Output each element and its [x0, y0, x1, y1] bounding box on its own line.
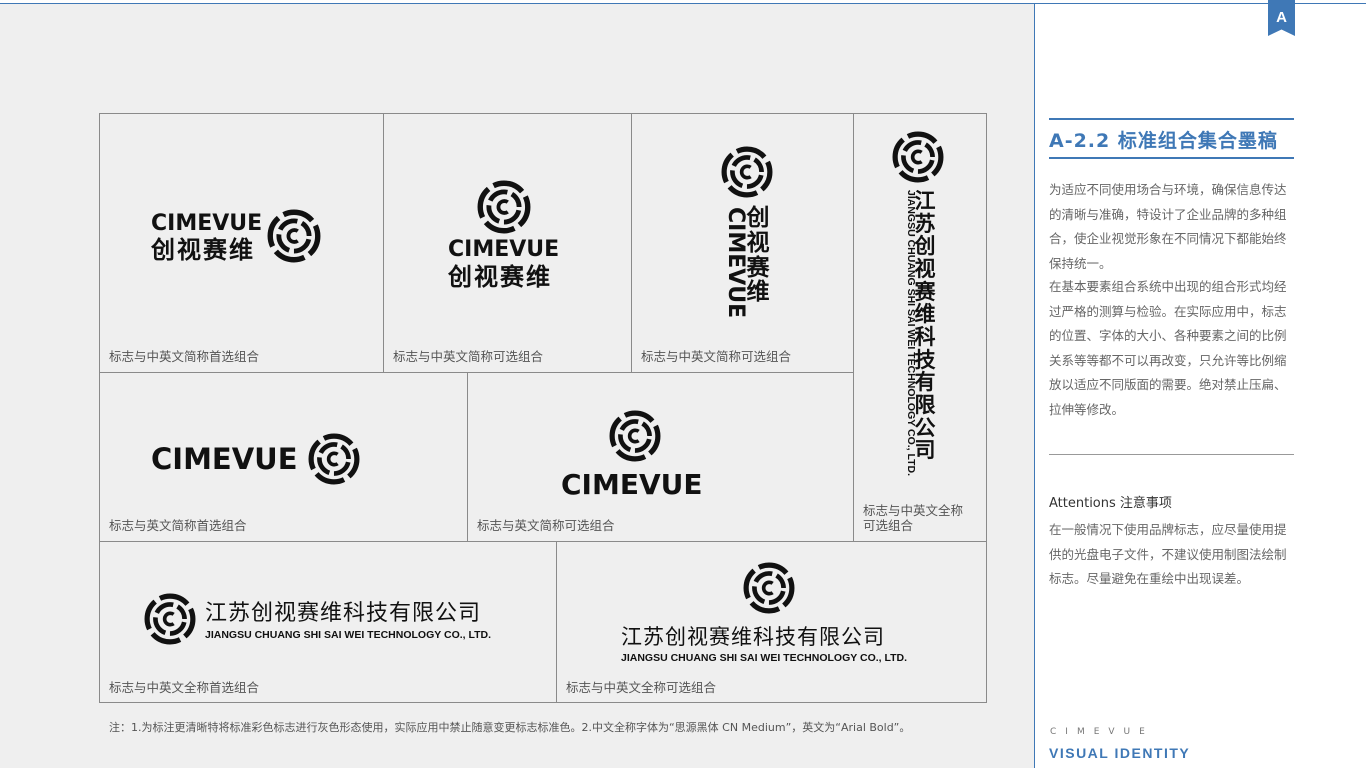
- detail-paragraph: 在基本要素组合系统中出现的组合形式均经过严格的测算与检验。在实际应用中，标志的位…: [1049, 279, 1287, 417]
- cimevue-emblem-icon: [609, 410, 661, 462]
- footnote: 注：1.为标注更清晰特将标准彩色标志进行灰色形态使用，实际应用中禁止随意变更标志…: [109, 721, 911, 734]
- section-rule-bottom: [1049, 157, 1294, 159]
- cell-caption: 标志与中英文简称可选组合: [393, 349, 544, 364]
- cell-caption: 标志与英文简称可选组合: [477, 518, 615, 533]
- footer-brand: CIMEVUE: [1050, 727, 1154, 737]
- cn-short-name: 创视赛维: [448, 263, 552, 291]
- cell-caption: 标志与中英文简称首选组合: [109, 349, 260, 364]
- cell-caption: 标志与英文简称首选组合: [109, 518, 247, 533]
- cn-full-name: 江苏创视赛维科技有限公司: [621, 625, 885, 649]
- section-title: A-2.2 标准组合集合墨稿: [1049, 130, 1278, 152]
- wordmark: CIMEVUE: [561, 468, 703, 501]
- cell-caption: 标志与中英文全称首选组合: [109, 680, 260, 695]
- cn-short-vertical: 创视赛维: [746, 205, 770, 306]
- divider-rule: [1049, 454, 1294, 455]
- wordmark: CIMEVUE: [448, 237, 560, 262]
- cell-caption: 标志与中英文全称可选组合: [863, 503, 964, 533]
- cell-caption: 标志与中英文全称可选组合: [566, 680, 717, 695]
- combo-cell-3: CIMEVUE 创视赛维 标志与中英文简称可选组合: [631, 113, 854, 373]
- combo-cell-1: CIMEVUE 创视赛维 标志与中英文简称首选组合: [99, 113, 384, 373]
- cimevue-emblem-icon: [743, 562, 795, 614]
- combo-cell-2: CIMEVUE 创视赛维 标志与中英文简称可选组合: [383, 113, 632, 373]
- panel-divider: [1034, 4, 1035, 768]
- cell-caption: 标志与中英文简称可选组合: [641, 349, 792, 364]
- footer-system-label: VISUAL IDENTITY: [1049, 745, 1191, 761]
- section-rule-top: [1049, 118, 1294, 120]
- page-marker-letter: A: [1276, 9, 1287, 26]
- wordmark: CIMEVUE: [151, 442, 298, 476]
- wordmark: CIMEVUE: [151, 211, 263, 236]
- intro-paragraph: 为适应不同使用场合与环境，确保信息传达的清晰与准确，特设计了企业品牌的多种组合，…: [1049, 182, 1287, 271]
- combo-cell-8: 江苏创视赛维科技有限公司 JIANGSU CHUANG SHI SAI WEI …: [556, 541, 987, 703]
- attention-paragraph: 在一般情况下使用品牌标志，应尽量使用提供的光盘电子文件，不建议使用制图法绘制标志…: [1049, 522, 1287, 586]
- cn-full-vertical: 江苏创视赛维科技有限公司: [914, 189, 936, 463]
- cimevue-emblem-icon: [144, 593, 196, 645]
- combo-cell-7: 江苏创视赛维科技有限公司 JIANGSU CHUANG SHI SAI WEI …: [99, 541, 557, 703]
- combo-cell-6: CIMEVUE 标志与英文简称可选组合: [467, 372, 854, 542]
- combo-cell-5: CIMEVUE 标志与英文简称首选组合: [99, 372, 468, 542]
- cn-full-name: 江苏创视赛维科技有限公司: [205, 601, 482, 626]
- cimevue-emblem-icon: [721, 146, 773, 198]
- wordmark-vertical: CIMEVUE: [723, 207, 748, 319]
- cimevue-emblem-icon: [892, 131, 944, 183]
- en-full-name: JIANGSU CHUANG SHI SAI WEI TECHNOLOGY CO…: [205, 629, 492, 641]
- cn-short-name: 创视赛维: [151, 236, 255, 264]
- cimevue-emblem-icon: [477, 180, 531, 234]
- combo-cell-4: JIANGSU CHUANG SHI SAI WEI TECHNOLOGY CO…: [853, 113, 987, 543]
- attention-heading: Attentions 注意事项: [1049, 496, 1172, 511]
- cimevue-emblem-icon: [267, 209, 321, 263]
- en-full-name: JIANGSU CHUANG SHI SAI WEI TECHNOLOGY CO…: [621, 652, 908, 664]
- page-marker-tab: A: [1268, 0, 1295, 36]
- cimevue-emblem-icon: [308, 433, 360, 485]
